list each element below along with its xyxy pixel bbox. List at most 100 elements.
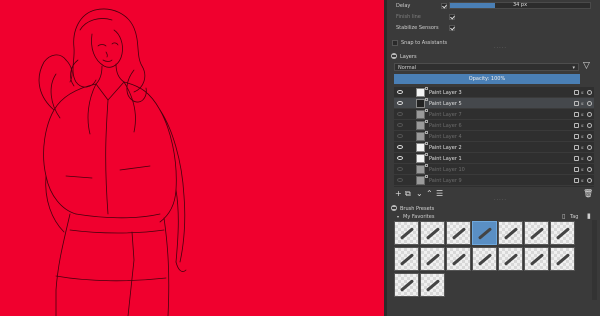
delete-layer-icon[interactable]: 🗑 [583, 190, 593, 198]
stabilize-sensors-label: Stabilize Sensors [396, 25, 439, 31]
duplicate-layer-icon[interactable]: ⧉ [405, 190, 411, 198]
drawing-canvas[interactable] [0, 0, 384, 316]
tag-icon[interactable]: ▯ [562, 213, 565, 220]
lock-icon[interactable] [574, 123, 579, 128]
lock-icon[interactable] [574, 178, 579, 183]
alpha-lock-icon[interactable]: α [581, 167, 586, 172]
brush-stroke-icon [425, 279, 441, 292]
brush-preset-tile[interactable] [420, 273, 445, 297]
layer-type-icon [425, 109, 428, 112]
lock-icon[interactable] [574, 145, 579, 150]
brush-preset-tile[interactable] [394, 221, 419, 245]
brush-preset-tile[interactable] [524, 247, 549, 271]
layer-name: Paint Layer 5 [429, 101, 462, 107]
delay-checkbox[interactable] [441, 3, 447, 9]
brush-preset-tile[interactable] [446, 221, 471, 245]
blend-mode-value: Normal [398, 65, 417, 71]
lock-icon[interactable] [574, 156, 579, 161]
filter-icon[interactable]: ▽ [583, 61, 590, 71]
brush-stroke-icon [503, 253, 519, 266]
visibility-eye-icon[interactable] [397, 90, 403, 94]
inherit-alpha-icon[interactable] [587, 145, 592, 150]
alpha-lock-icon[interactable]: α [581, 156, 586, 161]
add-layer-icon[interactable]: + [395, 190, 402, 198]
layer-name: Paint Layer 7 [429, 112, 462, 118]
layer-row[interactable]: Paint Layer 9 α [394, 175, 594, 186]
layer-type-icon [425, 131, 428, 134]
alpha-lock-icon[interactable]: α [581, 178, 586, 183]
layer-thumbnail [416, 132, 425, 141]
inherit-alpha-icon[interactable] [587, 90, 592, 95]
blend-mode-select[interactable]: Normal ▾ [394, 63, 579, 71]
inherit-alpha-icon[interactable] [587, 178, 592, 183]
brush-preset-tile[interactable] [498, 221, 523, 245]
lock-icon[interactable] [574, 90, 579, 95]
layer-row[interactable]: Paint Layer 7 α [394, 109, 594, 120]
brush-menu-icon[interactable]: ▮ [587, 212, 591, 220]
layer-row[interactable]: Paint Layer 2 α [394, 142, 594, 153]
brush-preset-tile[interactable] [550, 221, 575, 245]
collapse-icon[interactable] [391, 53, 397, 59]
inherit-alpha-icon[interactable] [587, 101, 592, 106]
alpha-lock-icon[interactable]: α [581, 123, 586, 128]
brush-preset-tile[interactable] [420, 221, 445, 245]
snap-assistants-checkbox[interactable] [392, 40, 398, 46]
brush-preset-tile[interactable] [498, 247, 523, 271]
layer-thumbnail [416, 176, 425, 185]
move-down-icon[interactable]: ⌄ [416, 190, 423, 198]
visibility-eye-icon[interactable] [397, 178, 403, 182]
visibility-eye-icon[interactable] [397, 134, 403, 138]
brush-preset-tile[interactable] [446, 247, 471, 271]
alpha-lock-icon[interactable]: α [581, 90, 586, 95]
lock-icon[interactable] [574, 112, 579, 117]
visibility-eye-icon[interactable] [397, 112, 403, 116]
brush-preset-tile[interactable] [524, 221, 549, 245]
inherit-alpha-icon[interactable] [587, 156, 592, 161]
favorites-label[interactable]: My Favorites [403, 214, 434, 220]
finish-line-checkbox[interactable] [449, 14, 455, 20]
layer-type-icon [425, 153, 428, 156]
layer-row[interactable]: Paint Layer 4 α [394, 131, 594, 142]
lock-icon[interactable] [574, 134, 579, 139]
alpha-lock-icon[interactable]: α [581, 112, 586, 117]
brush-preset-tile[interactable] [550, 247, 575, 271]
brush-scrollbar[interactable] [592, 220, 597, 300]
inherit-alpha-icon[interactable] [587, 134, 592, 139]
alpha-lock-icon[interactable]: α [581, 145, 586, 150]
opacity-slider[interactable]: Opacity: 100% [394, 74, 580, 84]
visibility-eye-icon[interactable] [397, 145, 403, 149]
layer-name: Paint Layer 6 [429, 123, 462, 129]
layer-row[interactable]: Paint Layer 6 α [394, 120, 594, 131]
visibility-eye-icon[interactable] [397, 156, 403, 160]
chevron-down-icon[interactable]: ▾ [397, 214, 399, 219]
lock-icon[interactable] [574, 167, 579, 172]
layer-row[interactable]: Paint Layer 10 α [394, 164, 594, 175]
stabilize-sensors-checkbox[interactable] [449, 25, 455, 31]
visibility-eye-icon[interactable] [397, 167, 403, 171]
move-up-icon[interactable]: ⌃ [426, 190, 433, 198]
collapse-brush-icon[interactable] [391, 205, 397, 211]
layers-header: Layers [387, 52, 600, 61]
chevron-down-icon: ▾ [572, 65, 575, 71]
inherit-alpha-icon[interactable] [587, 112, 592, 117]
tag-label[interactable]: Tag [570, 214, 578, 220]
brush-preset-tile[interactable] [472, 247, 497, 271]
visibility-eye-icon[interactable] [397, 101, 403, 105]
visibility-eye-icon[interactable] [397, 123, 403, 127]
layer-properties-icon[interactable]: ☰ [436, 190, 443, 198]
alpha-lock-icon[interactable]: α [581, 101, 586, 106]
layer-type-icon [425, 120, 428, 123]
inherit-alpha-icon[interactable] [587, 123, 592, 128]
brush-preset-tile[interactable] [394, 273, 419, 297]
brush-preset-tile[interactable] [420, 247, 445, 271]
alpha-lock-icon[interactable]: α [581, 134, 586, 139]
layer-row[interactable]: Paint Layer 1 α [394, 153, 594, 164]
line-art-sketch [38, 8, 187, 316]
brush-preset-tile[interactable] [472, 221, 497, 245]
layer-row[interactable]: Paint Layer 3 α [394, 87, 594, 98]
brush-preset-tile[interactable] [394, 247, 419, 271]
inherit-alpha-icon[interactable] [587, 167, 592, 172]
layer-row[interactable]: Paint Layer 5 α [394, 98, 594, 109]
lock-icon[interactable] [574, 101, 579, 106]
delay-slider[interactable]: 34 px [449, 2, 591, 9]
